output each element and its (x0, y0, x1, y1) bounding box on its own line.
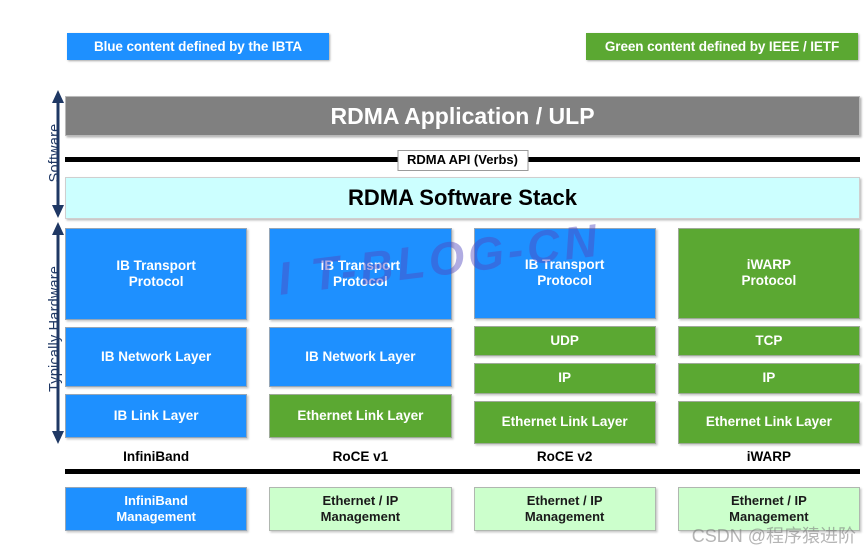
layer-cell: IB Network Layer (269, 327, 452, 387)
double-arrow-icon (51, 222, 65, 444)
layer-cell: Ethernet Link Layer (269, 394, 452, 438)
layer-cell: IB Transport Protocol (473, 228, 656, 319)
layer-cell: TCP (677, 325, 860, 357)
legend-blue-ibta: Blue content defined by the IBTA (67, 33, 329, 60)
protocol-column-roce-v2: IB Transport Protocol UDP IP Ethernet Link … (473, 228, 656, 445)
layer-cell: IP (677, 363, 860, 394)
rdma-application-label: RDMA Application / ULP (330, 102, 595, 129)
column-caption: InfiniBand (123, 449, 190, 464)
layer-cell: IB Network Layer (65, 327, 248, 387)
protocol-column-infiniband: IB Transport Protocol IB Network Layer IB … (65, 228, 248, 444)
layer-cell: IP (473, 363, 656, 394)
legend-blue-label: Blue content defined by the IBTA (93, 39, 303, 54)
layer-cell: IB Transport Protocol (269, 228, 452, 320)
protocol-column-iwarp: iWARP Protocol TCP IP Ethernet Link Layer (677, 228, 860, 445)
rdma-architecture-diagram: Blue content defined by the IBTA Green c… (0, 0, 864, 552)
management-cell: InfiniBand Management (65, 487, 248, 531)
column-caption: RoCE v2 (536, 449, 593, 464)
layer-cell: IB Link Layer (65, 394, 248, 438)
layer-cell: Ethernet Link Layer (677, 400, 860, 445)
rdma-software-stack-band: RDMA Software Stack (65, 177, 860, 219)
axis-software-group: Software (22, 90, 68, 218)
legend-green-label: Green content defined by IEEE / IETF (604, 39, 840, 54)
layer-cell: iWARP Protocol (677, 228, 860, 319)
management-row: InfiniBand Management Ethernet / IP Manag… (65, 487, 860, 531)
rdma-api-chip: RDMA API (Verbs) (397, 150, 528, 171)
rdma-api-divider: RDMA API (Verbs) (65, 150, 860, 171)
management-cell: Ethernet / IP Management (677, 487, 860, 531)
legend-green-ieee-ietf: Green content defined by IEEE / IETF (586, 33, 858, 60)
column-caption: iWARP (746, 449, 791, 464)
management-cell: Ethernet / IP Management (473, 487, 656, 531)
axis-hardware-group: Typically Hardware (22, 222, 68, 444)
rdma-application-band: RDMA Application / ULP (65, 96, 860, 136)
column-caption: RoCE v1 (332, 449, 389, 464)
bottom-divider-rule (65, 469, 860, 474)
double-arrow-icon (51, 90, 65, 218)
protocol-stack-area: IB Transport Protocol IB Network Layer IB … (65, 228, 860, 445)
rdma-software-stack-label: RDMA Software Stack (347, 185, 577, 210)
protocol-column-roce-v1: IB Transport Protocol IB Network Layer Eth… (269, 228, 452, 444)
layer-cell: Ethernet Link Layer (473, 400, 656, 445)
layer-cell: UDP (473, 325, 656, 357)
column-caption-row: InfiniBand RoCE v1 RoCE v2 iWARP (65, 449, 860, 464)
management-cell: Ethernet / IP Management (269, 487, 452, 531)
layer-cell: IB Transport Protocol (65, 228, 248, 320)
